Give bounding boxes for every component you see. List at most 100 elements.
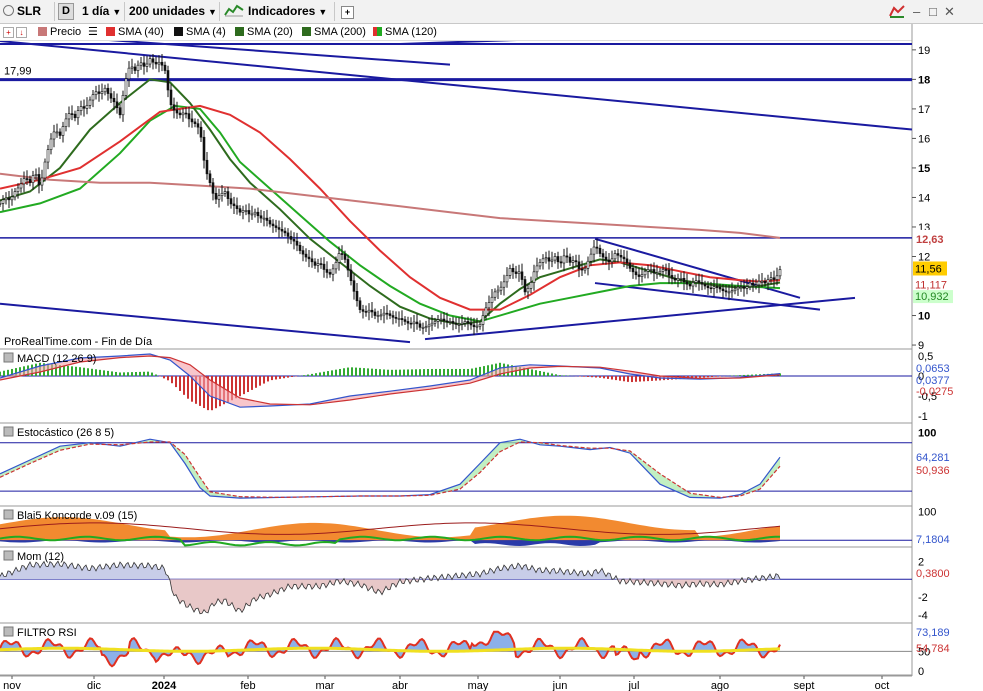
candle-body xyxy=(19,183,23,189)
candle-body xyxy=(145,63,149,67)
units-label: 200 unidades xyxy=(129,4,206,18)
candle-body xyxy=(301,250,305,255)
candle-body xyxy=(769,277,773,280)
candle-body xyxy=(478,324,482,327)
candle-body xyxy=(592,246,596,255)
candle-body xyxy=(271,223,275,227)
symbol-selector[interactable]: SLR xyxy=(3,3,41,20)
legend-sma-2[interactable]: SMA (20) xyxy=(235,26,293,39)
candle-body xyxy=(523,279,527,293)
candle-body xyxy=(556,256,560,263)
candle-body xyxy=(763,280,767,284)
legend-arrow-icons[interactable]: + ↓ xyxy=(3,26,27,39)
legend-sma-3[interactable]: SMA (200) xyxy=(302,26,366,39)
legend-sma-label: SMA (120) xyxy=(385,26,437,38)
candle-body xyxy=(445,320,449,323)
candle-body xyxy=(91,94,95,101)
chart-background xyxy=(0,41,983,691)
candle-body xyxy=(364,311,368,313)
candle-body xyxy=(46,149,50,163)
mom-positive-area xyxy=(0,561,780,580)
candle-body xyxy=(118,107,122,116)
period-badge[interactable]: D xyxy=(58,3,74,20)
candle-body xyxy=(736,286,740,290)
last-price-label: 11,56 xyxy=(915,263,942,275)
x-axis-strip xyxy=(0,676,983,691)
x-tick-label: jun xyxy=(552,680,568,691)
timeframe-dropdown[interactable]: 1 día ▼ xyxy=(82,3,121,20)
candle-body xyxy=(448,321,452,323)
toolbar-divider xyxy=(219,2,220,21)
candle-body xyxy=(751,282,755,286)
candle-body xyxy=(73,113,77,119)
indicators-button[interactable]: Indicadores ▼ xyxy=(224,3,327,20)
candle-body xyxy=(625,258,629,264)
mom-line xyxy=(0,560,781,615)
candle-body xyxy=(169,89,173,106)
maximize-icon[interactable]: □ xyxy=(929,4,937,19)
candle-body xyxy=(535,265,539,273)
candle-body xyxy=(316,263,320,266)
source-label: ProRealTime.com - Fin de Día xyxy=(4,336,153,348)
candle-body xyxy=(265,217,269,221)
minimize-icon[interactable]: – xyxy=(913,4,920,19)
candle-body xyxy=(700,282,704,285)
candle-body xyxy=(631,267,635,273)
candle-body xyxy=(514,271,518,274)
candle-body xyxy=(664,269,668,271)
konc-green-line xyxy=(0,535,780,547)
candle-body xyxy=(70,113,74,115)
legend-sma-1[interactable]: SMA (4) xyxy=(174,26,226,39)
candle-body xyxy=(196,123,200,128)
candle-body xyxy=(610,258,614,263)
legend-price[interactable]: Precio xyxy=(38,26,81,39)
sma-b-box xyxy=(913,290,953,304)
candle-body xyxy=(25,178,29,180)
candle-body xyxy=(580,268,584,271)
trendline xyxy=(0,302,411,344)
candle-body xyxy=(178,112,182,116)
candle-body xyxy=(505,275,509,283)
candle-body xyxy=(94,91,98,96)
candle-body xyxy=(133,66,137,71)
candle-body xyxy=(637,274,641,277)
legend-sma-4[interactable]: SMA (120) xyxy=(373,26,437,39)
rsi-value-label: 54,784 xyxy=(916,643,950,655)
legend-list-icon[interactable]: ☰ xyxy=(88,26,98,39)
close-icon[interactable]: ✕ xyxy=(944,4,955,20)
candle-body xyxy=(748,282,752,287)
sma-line xyxy=(0,78,781,326)
konc-blue-area xyxy=(0,540,780,546)
macd-fill xyxy=(0,354,780,408)
units-dropdown[interactable]: 200 unidades ▼ xyxy=(129,3,217,20)
candle-body xyxy=(472,324,476,328)
chart-canvas[interactable]: 9 10 12 13 14 15 16 17 18 19 12,63 11,56 11,11710,93… xyxy=(0,0,983,691)
candle-body xyxy=(337,253,341,263)
candle-body xyxy=(508,267,512,276)
candle-body xyxy=(121,95,125,116)
candle-body xyxy=(220,193,224,196)
candle-body xyxy=(181,112,185,116)
candle-body xyxy=(103,87,107,93)
macd-value-label: 0,0653 xyxy=(916,363,950,375)
legend-sma-0[interactable]: SMA (40) xyxy=(106,26,164,39)
add-panel-icon[interactable]: + xyxy=(341,6,354,19)
candle-body xyxy=(184,112,188,115)
x-tick-label: may xyxy=(468,680,489,691)
konc-y-tick-label: 100 xyxy=(918,506,936,518)
panel-title: FILTRO RSI xyxy=(17,627,77,639)
candle-body xyxy=(124,78,128,96)
stoch-value-label: 64,281 xyxy=(916,452,950,464)
candle-body xyxy=(400,318,404,320)
y-tick-label: 12 xyxy=(918,251,930,263)
candle-body xyxy=(37,174,41,186)
mom-y-tick-label: -4 xyxy=(918,610,928,622)
candle-body xyxy=(100,91,104,94)
macd-value-label: -0,0275 xyxy=(916,386,953,398)
candle-body xyxy=(370,309,374,313)
y-tick-label: 13 xyxy=(918,222,930,234)
candle-body xyxy=(661,269,665,272)
candle-body xyxy=(577,261,581,270)
chart-icon[interactable] xyxy=(889,4,905,21)
candle-body xyxy=(646,269,650,272)
